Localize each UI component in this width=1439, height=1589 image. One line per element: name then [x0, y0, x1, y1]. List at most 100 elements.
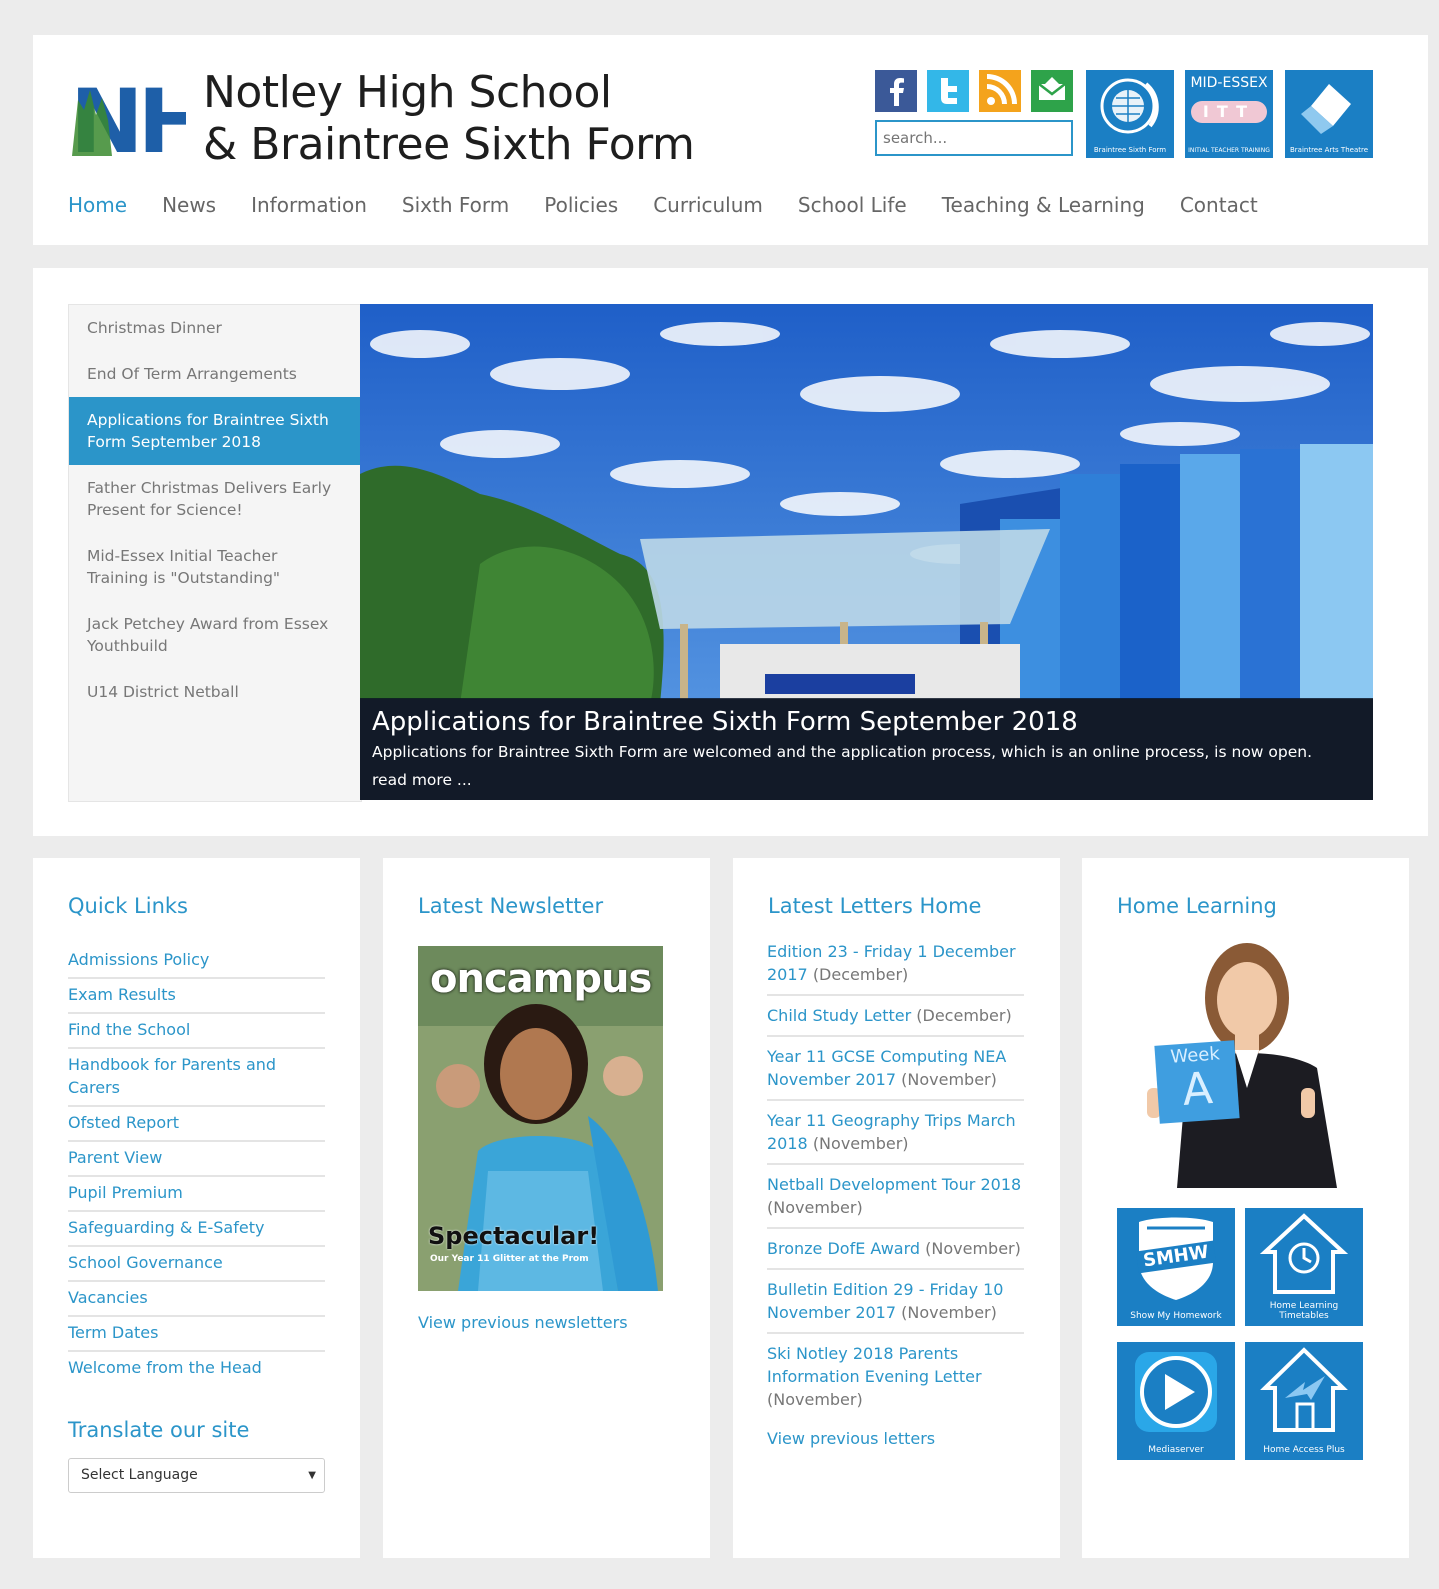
rss-icon[interactable]	[979, 70, 1021, 112]
arts-theatre-icon	[1301, 84, 1351, 134]
language-select[interactable]: Select Language ▼	[68, 1458, 325, 1493]
school-name[interactable]: Notley High School & Braintree Sixth For…	[203, 67, 695, 171]
quick-link[interactable]: Ofsted Report	[68, 1107, 325, 1142]
letter-month: (November)	[767, 1198, 863, 1217]
quick-link[interactable]: Term Dates	[68, 1317, 325, 1352]
news-slider: Christmas Dinner End Of Term Arrangement…	[33, 268, 1428, 836]
quick-link[interactable]: Pupil Premium	[68, 1177, 325, 1212]
nav-home[interactable]: Home	[68, 193, 127, 217]
newsletter-title: Latest Newsletter	[418, 894, 604, 918]
news-item[interactable]: Jack Petchey Award from Essex Youthbuild	[69, 601, 361, 669]
nav-information[interactable]: Information	[251, 193, 367, 217]
email-icon[interactable]	[1031, 70, 1073, 112]
nav-teaching-learning[interactable]: Teaching & Learning	[942, 193, 1145, 217]
tile-mediaserver[interactable]: Mediaserver	[1117, 1342, 1235, 1460]
tile-caption: Braintree Arts Theatre	[1289, 146, 1369, 154]
tile-home-access-plus[interactable]: Home Access Plus	[1245, 1342, 1363, 1460]
letter-title[interactable]: Netball Development Tour 2018	[767, 1175, 1021, 1194]
tile-home-learning-timetables[interactable]: Home Learning Timetables	[1245, 1208, 1363, 1326]
news-item[interactable]: U14 District Netball	[69, 669, 361, 715]
language-select-value: Select Language	[81, 1467, 198, 1483]
news-item-active[interactable]: Applications for Braintree Sixth Form Se…	[69, 397, 361, 465]
read-more-link[interactable]: read more ...	[372, 768, 1361, 792]
cover-subtitle: Our Year 11 Glitter at the Prom	[430, 1254, 589, 1264]
letter-month: (November)	[767, 1390, 863, 1409]
globe-icon	[1100, 78, 1159, 134]
letter-title[interactable]: Child Study Letter	[767, 1006, 911, 1025]
quick-link[interactable]: Welcome from the Head	[68, 1352, 325, 1385]
hero-title[interactable]: Applications for Braintree Sixth Form Se…	[372, 706, 1361, 738]
home-learning-photo[interactable]: Week A	[1117, 938, 1367, 1188]
letter-month: (November)	[925, 1239, 1021, 1258]
quick-link[interactable]: Vacancies	[68, 1282, 325, 1317]
week-a-card: Week A	[1154, 1040, 1240, 1124]
letter-month: (December)	[812, 965, 909, 984]
search-input[interactable]	[875, 120, 1073, 156]
chevron-down-icon: ▼	[308, 1470, 316, 1481]
letters-home-panel: Latest Letters Home Edition 23 - Friday …	[733, 858, 1060, 1558]
previous-letters-link[interactable]: View previous letters	[767, 1429, 935, 1448]
site-header: NHS Notley High School & Braintree Sixth…	[33, 35, 1428, 245]
letters-home-title: Latest Letters Home	[768, 894, 982, 918]
tile-title: MID-ESSEX	[1190, 75, 1268, 91]
news-item[interactable]: End Of Term Arrangements	[69, 351, 361, 397]
letter-month: (December)	[916, 1006, 1012, 1025]
quick-link[interactable]: Admissions Policy	[68, 944, 325, 979]
nav-curriculum[interactable]: Curriculum	[653, 193, 763, 217]
tile-braintree-sixth-form[interactable]: Braintree Sixth Form	[1086, 70, 1174, 158]
nav-news[interactable]: News	[162, 193, 216, 217]
itt-letters: ITT	[1191, 101, 1267, 123]
newsletter-panel: Latest Newsletter oncampus Spectacular! …	[383, 858, 710, 1558]
facebook-icon[interactable]	[875, 70, 917, 112]
tile-caption: Home Learning Timetables	[1269, 1301, 1339, 1321]
letter-item[interactable]: Year 11 GCSE Computing NEA November 2017…	[767, 1045, 1024, 1101]
home-learning-title: Home Learning	[1117, 894, 1277, 918]
quick-link[interactable]: School Governance	[68, 1247, 325, 1282]
school-logo[interactable]: NHS	[68, 70, 186, 160]
hero-caption: Applications for Braintree Sixth Form Se…	[360, 698, 1373, 800]
news-item[interactable]: Mid-Essex Initial Teacher Training is "O…	[69, 533, 361, 601]
letter-item[interactable]: Year 11 Geography Trips March 2018 (Nove…	[767, 1109, 1024, 1165]
letter-item[interactable]: Netball Development Tour 2018 (November)	[767, 1173, 1024, 1229]
letter-item[interactable]: Bronze DofE Award (November)	[767, 1237, 1024, 1270]
hero-summary: Applications for Braintree Sixth Form ar…	[372, 743, 1313, 761]
news-item[interactable]: Christmas Dinner	[69, 305, 361, 351]
quick-link[interactable]: Safeguarding & E-Safety	[68, 1212, 325, 1247]
nav-school-life[interactable]: School Life	[798, 193, 907, 217]
quick-links-title: Quick Links	[68, 894, 189, 918]
news-item[interactable]: Father Christmas Delivers Early Present …	[69, 465, 361, 533]
tile-mid-essex-itt[interactable]: MID-ESSEX ITT INITIAL TEACHER TRAINING	[1185, 70, 1273, 158]
letters-list: Edition 23 - Friday 1 December 2017 (Dec…	[767, 940, 1024, 1450]
school-name-line2: & Braintree Sixth Form	[203, 119, 695, 170]
quick-link[interactable]: Exam Results	[68, 979, 325, 1014]
week-a-card-letter: A	[1180, 1062, 1215, 1116]
newsletter-cover[interactable]: oncampus Spectacular! Our Year 11 Glitte…	[418, 946, 663, 1291]
nav-contact[interactable]: Contact	[1180, 193, 1258, 217]
letter-item[interactable]: Bulletin Edition 29 - Friday 10 November…	[767, 1278, 1024, 1334]
home-learning-panel: Home Learning Week A SMHW Show My Homewo…	[1082, 858, 1409, 1558]
house-arrow-icon	[1260, 1347, 1348, 1432]
play-icon	[1135, 1352, 1217, 1432]
tile-braintree-arts-theatre[interactable]: Braintree Arts Theatre	[1285, 70, 1373, 158]
tile-caption: Braintree Sixth Form	[1093, 146, 1167, 154]
quick-link[interactable]: Parent View	[68, 1142, 325, 1177]
nav-policies[interactable]: Policies	[544, 193, 618, 217]
quick-link[interactable]: Handbook for Parents and Carers	[68, 1049, 325, 1107]
letter-title[interactable]: Ski Notley 2018 Parents Information Even…	[767, 1344, 982, 1386]
twitter-icon[interactable]	[927, 70, 969, 112]
quick-link[interactable]: Find the School	[68, 1014, 325, 1049]
cover-title: oncampus	[430, 956, 652, 1002]
quick-links-panel: Quick Links Admissions Policy Exam Resul…	[33, 858, 360, 1558]
translate-title: Translate our site	[68, 1418, 250, 1442]
tile-caption: Mediaserver	[1148, 1445, 1204, 1455]
letter-title[interactable]: Bronze DofE Award	[767, 1239, 920, 1258]
cover-headline: Spectacular!	[428, 1222, 600, 1250]
hero-slide[interactable]: Applications for Braintree Sixth Form Se…	[360, 304, 1373, 800]
letter-item[interactable]: Edition 23 - Friday 1 December 2017 (Dec…	[767, 940, 1024, 996]
previous-newsletters-link[interactable]: View previous newsletters	[418, 1313, 628, 1332]
letter-month: (November)	[901, 1070, 997, 1089]
letter-item[interactable]: Ski Notley 2018 Parents Information Even…	[767, 1342, 1024, 1419]
nav-sixth-form[interactable]: Sixth Form	[402, 193, 509, 217]
letter-item[interactable]: Child Study Letter (December)	[767, 1004, 1024, 1037]
tile-show-my-homework[interactable]: SMHW Show My Homework	[1117, 1208, 1235, 1326]
